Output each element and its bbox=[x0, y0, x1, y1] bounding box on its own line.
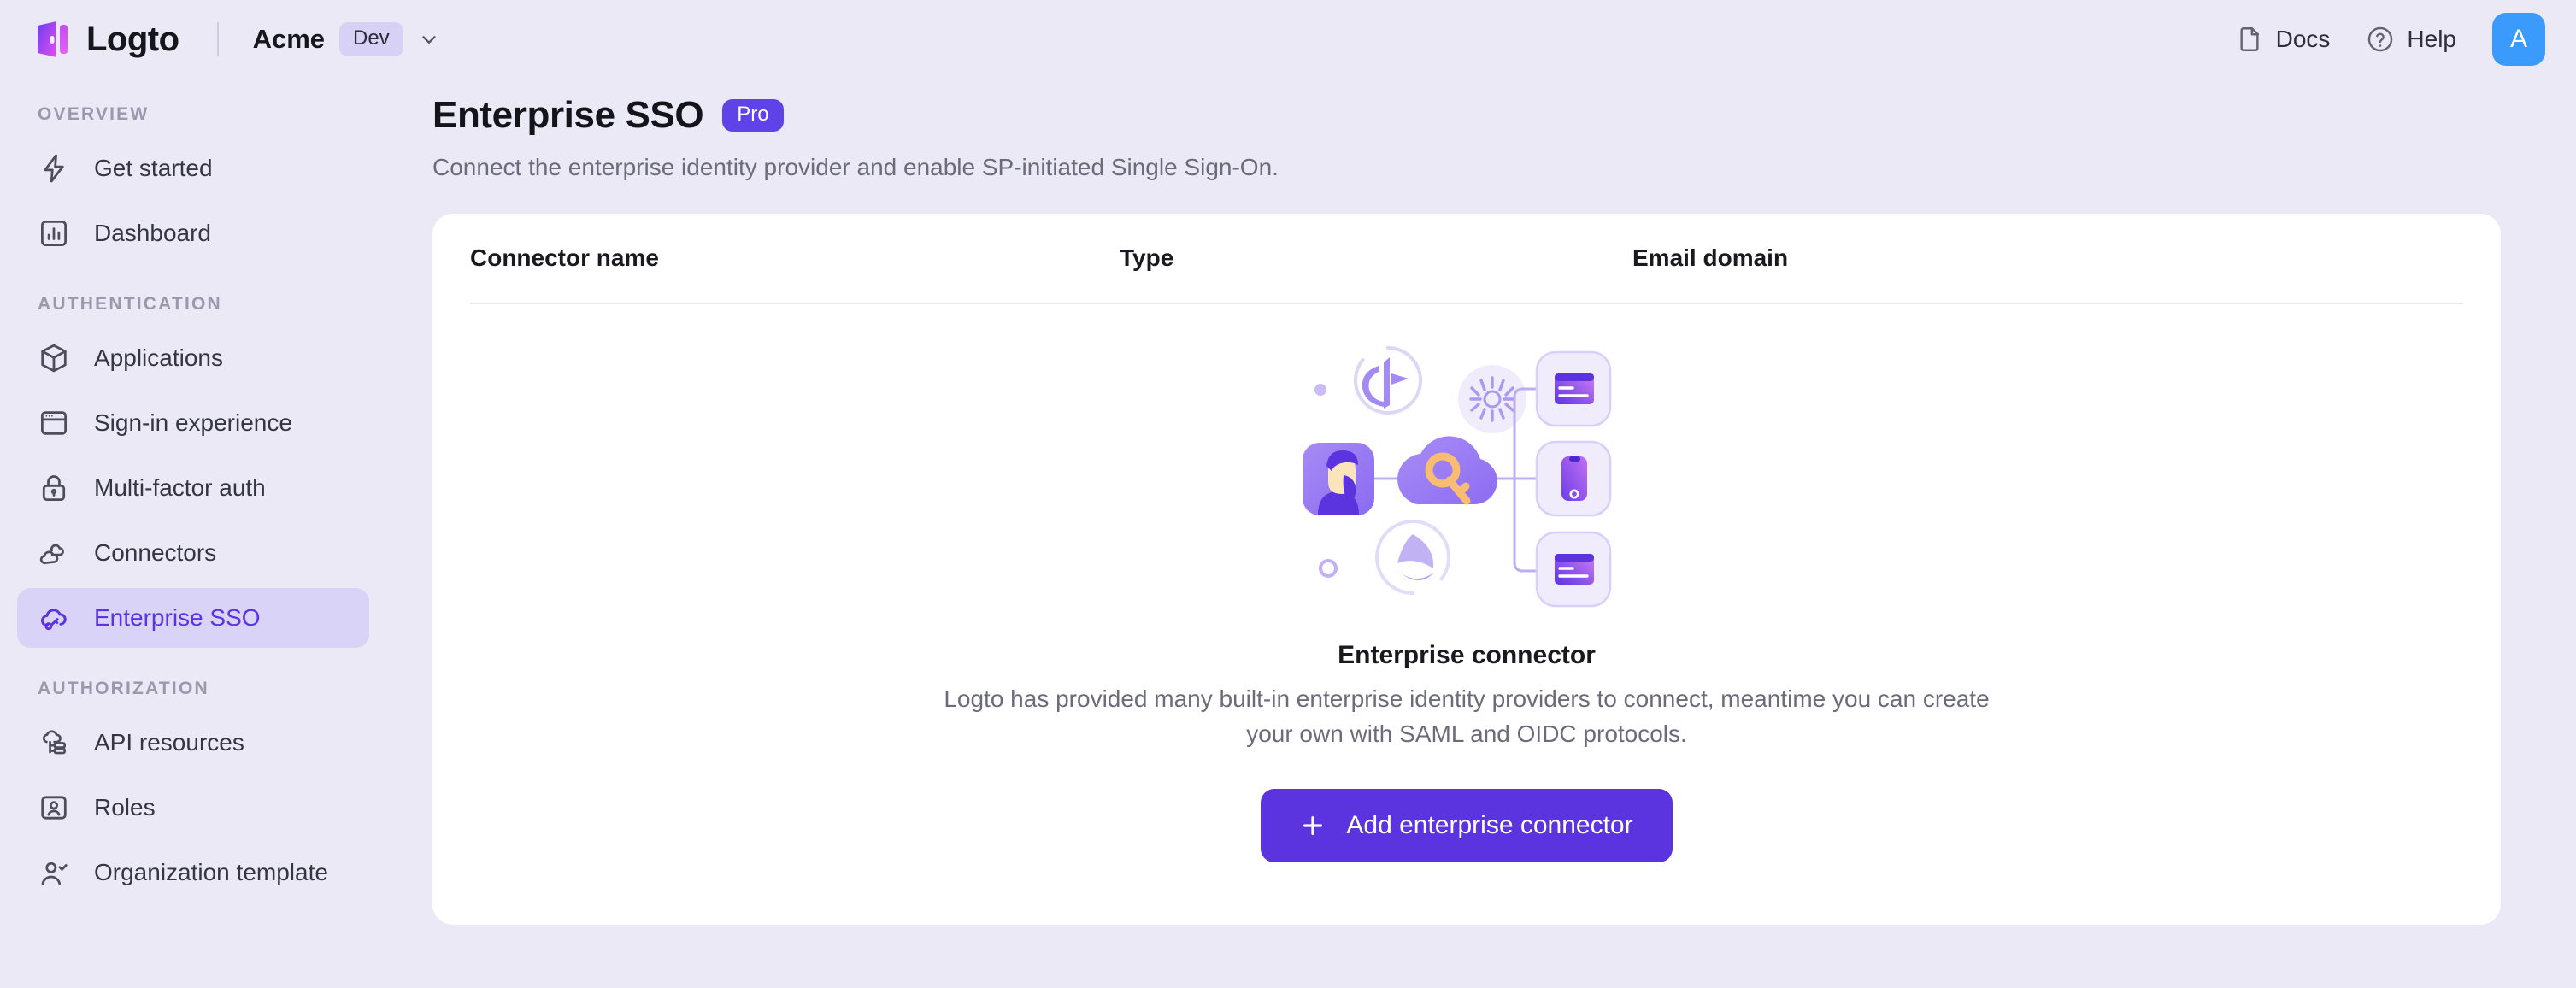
main-content: Enterprise SSO Pro Connect the enterpris… bbox=[386, 79, 2576, 988]
docs-link[interactable]: Docs bbox=[2235, 25, 2331, 54]
empty-state: Enterprise connector Logto has provided … bbox=[470, 304, 2463, 863]
sidebar-section-authentication: AUTHENTICATION bbox=[38, 294, 222, 314]
tenant-name: Acme bbox=[252, 24, 325, 54]
user-card-icon bbox=[41, 796, 67, 820]
top-bar: Logto Acme Dev Docs Help A bbox=[0, 0, 2576, 79]
sidebar-item-enterprise-sso[interactable]: Enterprise SSO bbox=[17, 588, 369, 648]
avatar[interactable]: A bbox=[2492, 13, 2545, 66]
page-body: OVERVIEW Get started Dashboard AUTHENTIC… bbox=[0, 79, 2576, 988]
empty-state-description: Logto has provided many built-in enterpr… bbox=[944, 685, 1990, 747]
sidebar-item-dashboard[interactable]: Dashboard bbox=[17, 203, 369, 263]
page-header: Enterprise SSO Pro Connect the enterpris… bbox=[432, 79, 2501, 181]
column-header-type: Type bbox=[1120, 244, 1174, 271]
sidebar-item-label: Dashboard bbox=[94, 220, 211, 246]
user-check-icon bbox=[41, 862, 68, 885]
document-icon bbox=[2240, 27, 2259, 51]
sidebar-item-label: API resources bbox=[94, 729, 244, 756]
lock-icon bbox=[42, 475, 66, 502]
cloud-key-icon bbox=[41, 609, 67, 631]
pro-badge: Pro bbox=[722, 99, 784, 132]
sidebar-section-authorization: AUTHORIZATION bbox=[38, 679, 209, 698]
browser-window-icon bbox=[40, 411, 68, 435]
help-label: Help bbox=[2407, 26, 2456, 52]
brand-name: Logto bbox=[86, 20, 179, 58]
page-title-row: Enterprise SSO Pro bbox=[432, 94, 2501, 137]
plus-icon bbox=[1303, 816, 1323, 836]
sidebar-item-label: Sign-in experience bbox=[94, 409, 292, 436]
sidebar-item-label: Applications bbox=[94, 344, 223, 371]
sidebar-item-label: Enterprise SSO bbox=[94, 604, 261, 631]
cloud-database-icon bbox=[42, 730, 67, 755]
clouds-icon bbox=[39, 544, 64, 565]
sidebar-item-label: Connectors bbox=[94, 539, 217, 566]
sidebar-item-roles[interactable]: Roles bbox=[17, 778, 369, 838]
sidebar-item-label: Get started bbox=[94, 155, 213, 181]
connectors-card: Connector name Type Email domain Enterpr… bbox=[432, 214, 2501, 925]
sidebar-item-get-started[interactable]: Get started bbox=[17, 138, 369, 198]
sidebar-item-sign-in-experience[interactable]: Sign-in experience bbox=[17, 393, 369, 453]
logto-logo-icon bbox=[38, 21, 68, 57]
add-enterprise-connector-label: Add enterprise connector bbox=[1346, 811, 1633, 840]
page-title: Enterprise SSO bbox=[432, 94, 704, 136]
sidebar-item-multi-factor-auth[interactable]: Multi-factor auth bbox=[17, 458, 369, 518]
sidebar-item-connectors[interactable]: Connectors bbox=[17, 523, 369, 583]
brand[interactable]: Logto bbox=[36, 21, 179, 59]
app-root: Logto Acme Dev Docs Help A OVERVIEW Get … bbox=[0, 0, 2576, 988]
topbar-divider bbox=[216, 22, 219, 56]
table-header-row: Connector name Type Email domain bbox=[470, 214, 2463, 303]
help-link[interactable]: Help bbox=[2366, 25, 2456, 54]
question-circle-icon bbox=[2368, 26, 2393, 52]
cube-icon bbox=[41, 344, 67, 373]
add-enterprise-connector-button[interactable]: Add enterprise connector bbox=[1261, 789, 1673, 863]
avatar-initial: A bbox=[2509, 25, 2527, 53]
sidebar: OVERVIEW Get started Dashboard AUTHENTIC… bbox=[0, 79, 386, 988]
chevron-down-icon bbox=[422, 36, 436, 44]
sidebar-item-organization-template[interactable]: Organization template bbox=[17, 843, 369, 903]
tenant-env-badge: Dev bbox=[339, 22, 403, 56]
column-header-connector-name: Connector name bbox=[470, 244, 659, 271]
docs-label: Docs bbox=[2275, 26, 2331, 52]
page-subtitle: Connect the enterprise identity provider… bbox=[432, 154, 1279, 180]
column-header-email-domain: Email domain bbox=[1632, 244, 1789, 271]
sidebar-item-api-resources[interactable]: API resources bbox=[17, 713, 369, 773]
sidebar-item-applications[interactable]: Applications bbox=[17, 328, 369, 388]
tenant-selector[interactable]: Acme Dev bbox=[253, 22, 440, 56]
sidebar-item-label: Roles bbox=[94, 794, 156, 820]
topbar-actions: Docs Help A bbox=[2235, 13, 2545, 66]
enterprise-sso-illustration bbox=[1303, 346, 1612, 608]
sidebar-item-label: Organization template bbox=[94, 859, 328, 885]
lightning-bolt-icon bbox=[44, 154, 64, 183]
empty-state-title: Enterprise connector bbox=[1338, 641, 1596, 669]
sidebar-section-overview: OVERVIEW bbox=[38, 104, 150, 124]
sidebar-item-label: Multi-factor auth bbox=[94, 474, 266, 501]
bar-chart-icon bbox=[40, 220, 68, 247]
